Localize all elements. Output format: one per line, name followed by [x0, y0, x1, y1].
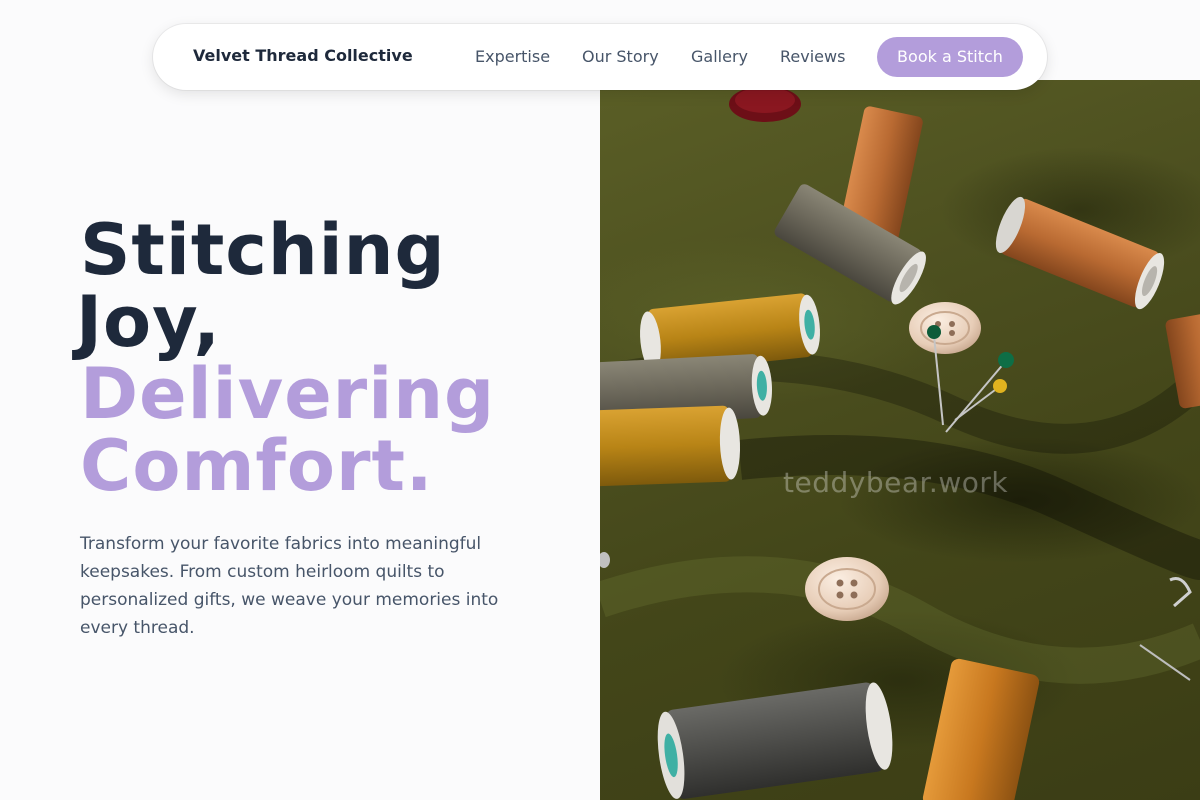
- top-navigation: Velvet Thread Collective Expertise Our S…: [153, 24, 1047, 90]
- headline-line-4: Comfort.: [80, 425, 434, 507]
- brand-logo-text[interactable]: Velvet Thread Collective: [193, 46, 413, 65]
- nav-link-reviews[interactable]: Reviews: [780, 47, 845, 66]
- book-a-stitch-button[interactable]: Book a Stitch: [877, 37, 1023, 77]
- button-bottom: [805, 557, 889, 621]
- hero-headline: Stitching Joy, Delivering Comfort.: [76, 209, 580, 507]
- nav-link-our-story[interactable]: Our Story: [582, 47, 659, 66]
- image-watermark: teddybear.work: [783, 466, 1009, 499]
- hero-description: Transform your favorite fabrics into mea…: [80, 534, 499, 638]
- headline-line-1: Stitching: [80, 209, 446, 291]
- hero-image: teddybear.work: [600, 80, 1200, 800]
- button-top: [909, 302, 981, 354]
- sewing-supplies-illustration: [600, 86, 1200, 800]
- headline-line-2: Joy,: [76, 281, 221, 363]
- nav-link-gallery[interactable]: Gallery: [691, 47, 748, 66]
- headline-line-3: Delivering: [80, 353, 496, 435]
- nav-link-expertise[interactable]: Expertise: [475, 47, 550, 66]
